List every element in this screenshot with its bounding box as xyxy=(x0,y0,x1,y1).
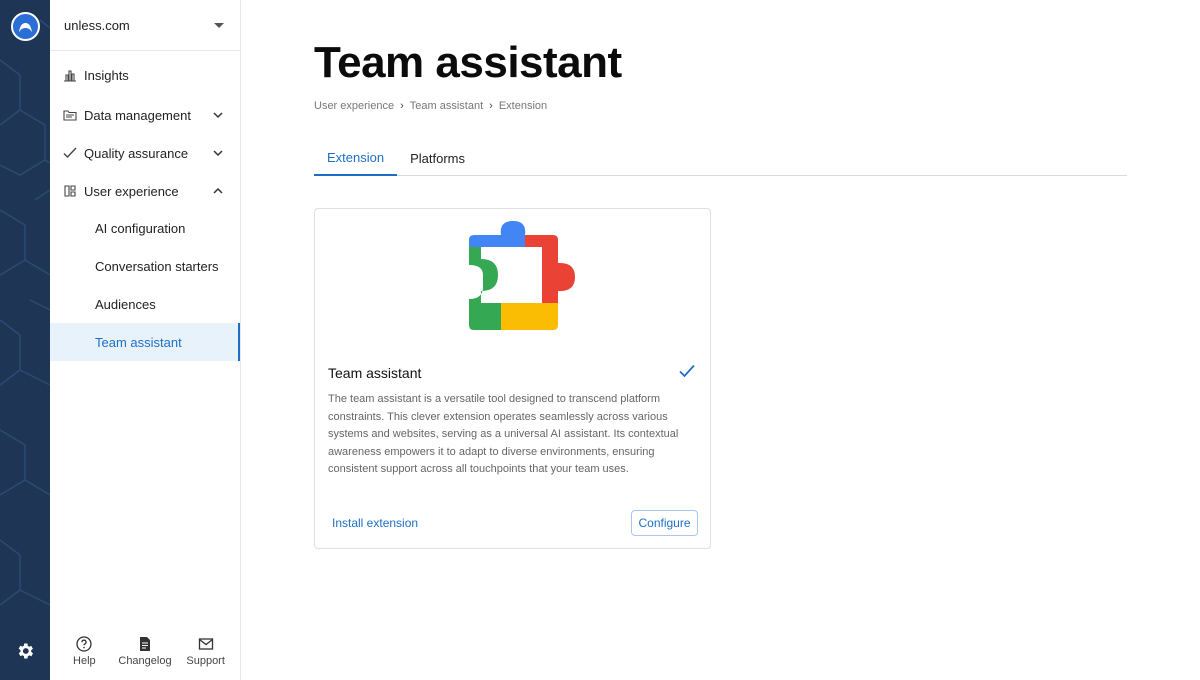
sidebar-item-label: User experience xyxy=(84,183,179,199)
tab-extension[interactable]: Extension xyxy=(314,140,398,176)
install-extension-link[interactable]: Install extension xyxy=(332,516,418,530)
sidebar-item-data-management[interactable]: Data management xyxy=(50,96,240,134)
breadcrumb: User experience › Team assistant › Exten… xyxy=(314,100,547,112)
app-logo[interactable] xyxy=(11,12,40,41)
caret-down-icon xyxy=(214,22,224,28)
workspace-selector[interactable]: unless.com xyxy=(50,0,240,51)
sidebar-item-label: Quality assurance xyxy=(84,145,189,161)
main-content: Team assistant User experience › Team as… xyxy=(241,0,1200,680)
sidebar-item-user-experience[interactable]: User experience xyxy=(50,172,240,210)
tab-bar: Extension Platforms xyxy=(314,140,1127,176)
chevron-up-icon xyxy=(212,185,224,197)
hexagon-pattern xyxy=(0,19,50,606)
sidebar-item-label: Insights xyxy=(84,67,129,83)
help-icon xyxy=(76,636,92,652)
sidebar-item-label: Data management xyxy=(84,107,191,123)
configure-button[interactable]: Configure xyxy=(631,510,698,536)
sidebar-footer: Help Changelog Support xyxy=(50,636,240,680)
bar-chart-icon xyxy=(63,68,77,82)
chevron-down-icon xyxy=(212,109,224,121)
installed-check-icon xyxy=(679,364,695,378)
help-label: Help xyxy=(73,655,96,667)
logo-icon xyxy=(19,23,32,32)
support-label: Support xyxy=(186,655,225,667)
changelog-button[interactable]: Changelog xyxy=(115,636,175,680)
folder-icon xyxy=(63,108,77,122)
workspace-name: unless.com xyxy=(64,17,130,33)
app-rail xyxy=(0,0,50,680)
breadcrumb-separator-icon: › xyxy=(400,100,404,112)
sidebar-subitem-ai-configuration[interactable]: AI configuration xyxy=(50,209,240,247)
chevron-down-icon xyxy=(212,147,224,159)
checkmark-icon xyxy=(63,146,77,160)
tab-platforms[interactable]: Platforms xyxy=(397,140,478,176)
help-button[interactable]: Help xyxy=(54,636,114,680)
changelog-label: Changelog xyxy=(118,655,172,667)
sidebar: unless.com Insights Data management Qual… xyxy=(50,0,241,680)
sidebar-item-quality-assurance[interactable]: Quality assurance xyxy=(50,134,240,172)
sidebar-subitem-conversation-starters[interactable]: Conversation starters xyxy=(50,247,240,285)
card-description: The team assistant is a versatile tool d… xyxy=(328,393,679,475)
breadcrumb-item[interactable]: Team assistant xyxy=(410,100,483,112)
settings-gear-icon[interactable] xyxy=(15,641,35,661)
sidebar-subitem-team-assistant[interactable]: Team assistant xyxy=(50,323,240,361)
mail-icon xyxy=(198,638,213,650)
breadcrumb-separator-icon: › xyxy=(489,100,493,112)
breadcrumb-item-current: Extension xyxy=(498,100,548,112)
layout-icon xyxy=(63,184,77,198)
breadcrumb-item[interactable]: User experience xyxy=(314,100,394,112)
changelog-icon xyxy=(139,637,150,651)
support-button[interactable]: Support xyxy=(176,636,236,680)
extension-card: Team assistant The team assistant is a v… xyxy=(314,208,711,549)
puzzle-extension-icon xyxy=(469,221,575,330)
sidebar-item-insights[interactable]: Insights xyxy=(50,56,240,94)
card-title: Team assistant xyxy=(328,365,422,381)
page-title: Team assistant xyxy=(314,38,622,87)
sidebar-subitem-audiences[interactable]: Audiences xyxy=(50,285,240,323)
